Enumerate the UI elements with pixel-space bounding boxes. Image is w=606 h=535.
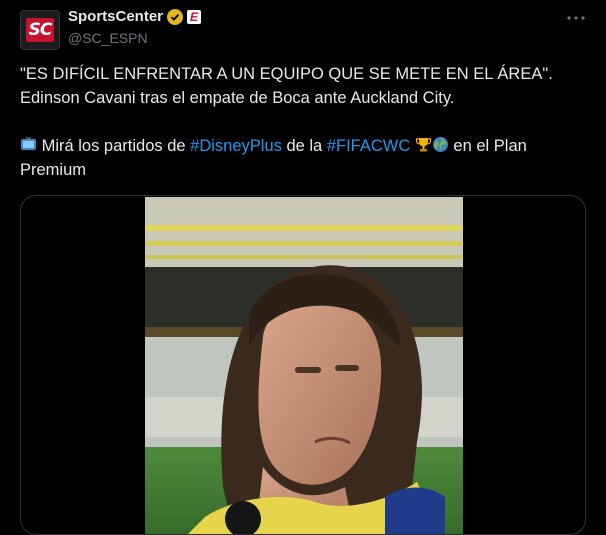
- verified-badge-icon[interactable]: [167, 8, 184, 25]
- tweet: SC SportsCenter E @SC_ESPN "ES DIFÍCIL E…: [0, 0, 606, 535]
- video-player[interactable]: [20, 195, 586, 535]
- quote-line: "ES DIFÍCIL ENFRENTAR A UN EQUIPO QUE SE…: [20, 65, 553, 83]
- display-name[interactable]: SportsCenter: [68, 8, 163, 25]
- promo-text-2: de la: [281, 137, 327, 155]
- globe-emoji-icon: [432, 136, 449, 153]
- hashtag-fifacwc[interactable]: #FIFACWC: [327, 137, 410, 155]
- more-options-icon[interactable]: [566, 8, 586, 28]
- hashtag-disneyplus[interactable]: #DisneyPlus: [190, 137, 282, 155]
- affiliate-badge[interactable]: E: [187, 9, 202, 24]
- video-frame[interactable]: [145, 197, 463, 535]
- tv-emoji-icon: [20, 136, 37, 153]
- trophy-emoji-icon: [415, 136, 432, 153]
- context-line: Edinson Cavani tras el empate de Boca an…: [20, 89, 455, 107]
- promo-text-1: Mirá los partidos de: [37, 137, 191, 155]
- handle[interactable]: @SC_ESPN: [68, 30, 148, 46]
- avatar-logo: SC: [25, 18, 55, 42]
- author-row: SportsCenter E: [68, 8, 202, 25]
- promo-line: Mirá los partidos de #DisneyPlus de la #…: [20, 134, 590, 182]
- avatar[interactable]: SC: [20, 10, 60, 50]
- tweet-text: "ES DIFÍCIL ENFRENTAR A UN EQUIPO QUE SE…: [20, 62, 590, 182]
